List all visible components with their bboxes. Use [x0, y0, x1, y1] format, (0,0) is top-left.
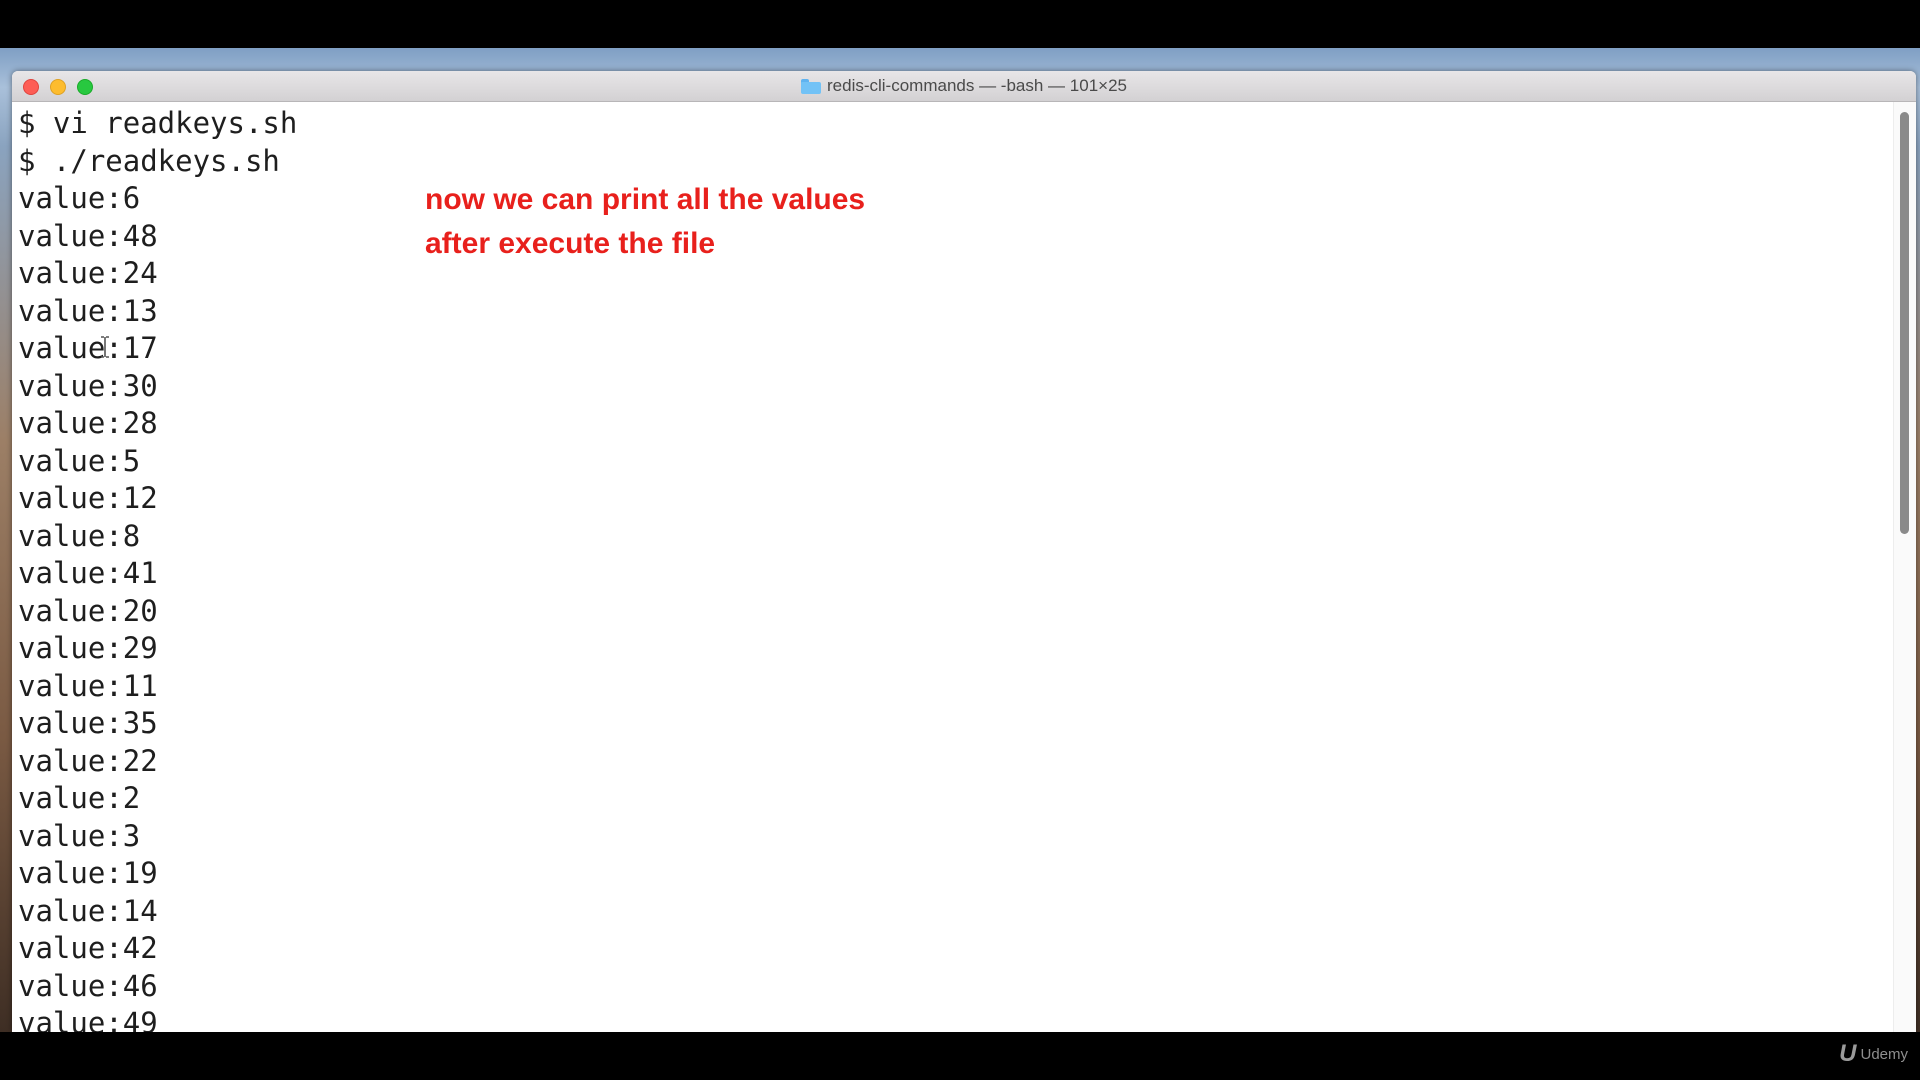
command-line: $ ./readkeys.sh: [18, 143, 280, 178]
annotation-line-1: now we can print all the values: [425, 183, 866, 216]
watermark: U Udemy: [1839, 1040, 1908, 1068]
terminal-output[interactable]: $ vi readkeys.sh $ ./readkeys.sh value:6 va…: [12, 102, 1894, 1032]
command-line: $ vi readkeys.sh: [18, 106, 298, 140]
output-line: value:19: [18, 856, 158, 890]
output-line: value:24: [18, 256, 158, 290]
output-line: value:35: [18, 706, 158, 740]
output-line: value:48: [18, 218, 158, 253]
output-line: value:5: [18, 443, 141, 478]
output-line: value:20: [18, 593, 158, 628]
watermark-text: Udemy: [1860, 1045, 1908, 1063]
output-line: value:11: [18, 668, 158, 703]
output-line: value:29: [18, 631, 158, 665]
annotation-line-2: after execute the file: [425, 227, 716, 260]
scrollbar[interactable]: [1893, 102, 1916, 1032]
folder-icon: [801, 78, 821, 94]
output-line: value:14: [18, 893, 158, 928]
scrollbar-thumb[interactable]: [1900, 112, 1909, 534]
text-cursor-icon: [101, 336, 109, 358]
output-line: value:3: [18, 818, 141, 853]
output-line: value:2: [18, 781, 141, 815]
output-line: value:49: [18, 1006, 158, 1032]
output-line: value:46: [18, 968, 158, 1003]
window-title: redis-cli-commands — -bash — 101×25: [12, 71, 1916, 101]
output-line: value:17: [18, 331, 158, 365]
window-title-text: redis-cli-commands — -bash — 101×25: [827, 76, 1127, 95]
output-line: value:22: [18, 743, 158, 778]
output-line: value:30: [18, 368, 158, 403]
output-line: value:42: [18, 931, 158, 965]
udemy-logo-icon: U: [1839, 1040, 1857, 1067]
screen: redis-cli-commands — -bash — 101×25 $ vi…: [0, 0, 1920, 1080]
output-line: value:41: [18, 556, 158, 590]
title-bar[interactable]: redis-cli-commands — -bash — 101×25: [12, 71, 1916, 102]
output-line: value:13: [18, 293, 158, 328]
output-line: value:8: [18, 518, 141, 553]
annotation-text: now we can print all the values after ex…: [425, 178, 865, 266]
terminal-window: redis-cli-commands — -bash — 101×25 $ vi…: [12, 71, 1916, 1032]
output-line: value:12: [18, 481, 158, 515]
output-line: value:28: [18, 406, 158, 440]
output-line: value:6: [18, 181, 141, 215]
